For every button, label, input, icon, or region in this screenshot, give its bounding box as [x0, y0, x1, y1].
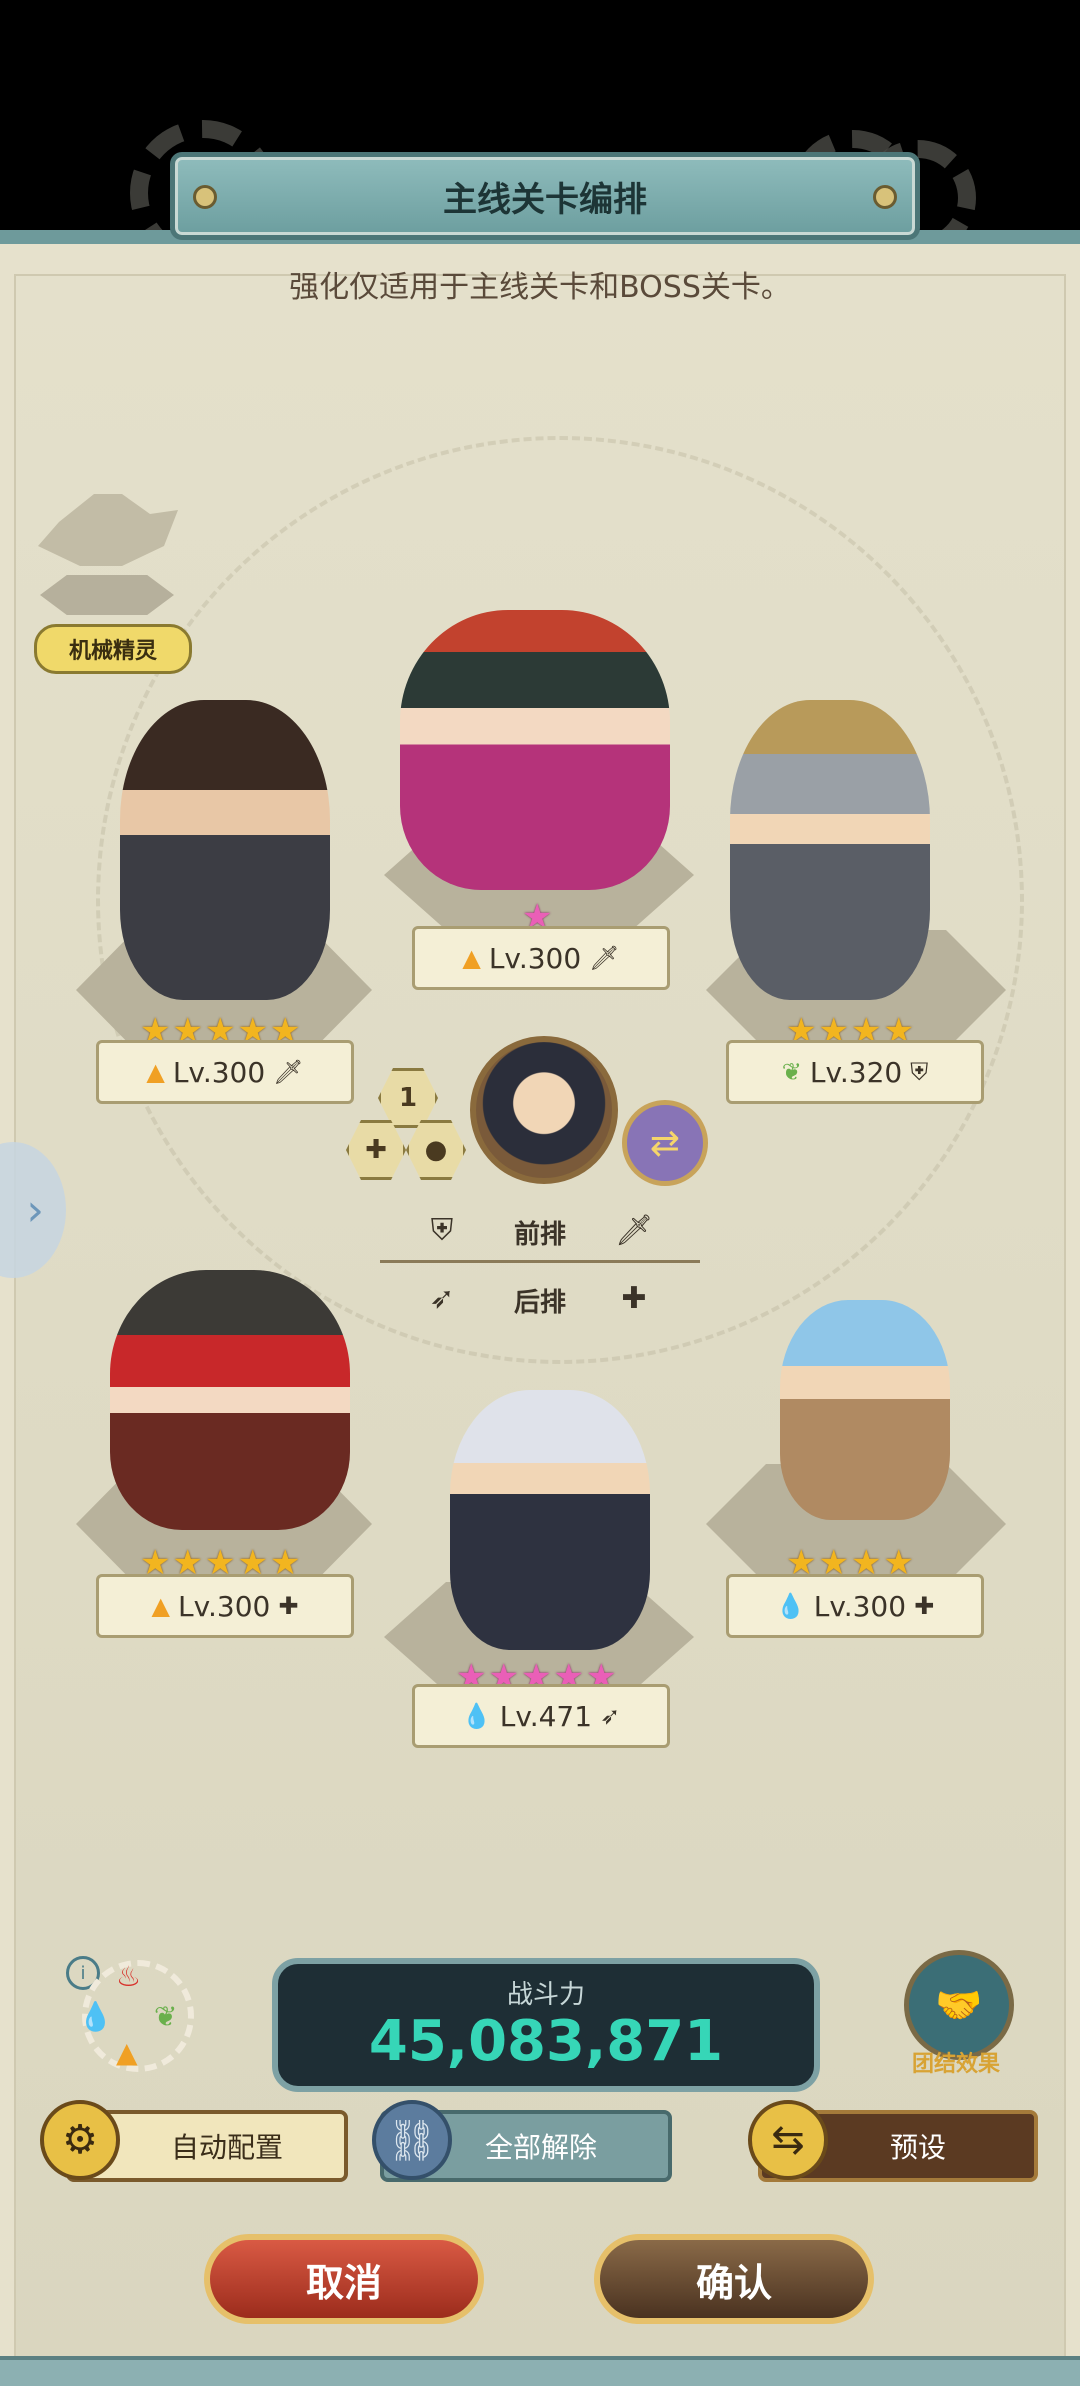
hero-level: Lv.320 [809, 1055, 903, 1089]
rivet-left [193, 185, 217, 209]
hero-sprite-umbrella-girl [110, 1270, 350, 1530]
hero-sprite-warrior [120, 700, 330, 1000]
hero-level-box: 💧 Lv.300 ✚ [726, 1574, 984, 1638]
hero-level: Lv.300 [178, 1589, 271, 1623]
swap-icon: ⇄ [649, 1122, 681, 1164]
bow-icon: ➶ [600, 1702, 621, 1730]
swap-icon: ⇆ [748, 2100, 828, 2180]
cancel-button[interactable]: 取消 [204, 2234, 484, 2324]
sword-icon: 🗡 [589, 944, 620, 972]
hero-sprite-dancer [400, 610, 670, 890]
page-title: 主线关卡编排 [443, 179, 647, 220]
handshake-icon: 🤝 [935, 1982, 983, 2027]
fire-icon: ▲ [462, 944, 481, 972]
confirm-label: 确认 [695, 2260, 772, 2305]
auto-assign-label: 自动配置 [170, 2131, 283, 2164]
rivet-right [873, 185, 897, 209]
hero-level: Lv.300 [172, 1055, 266, 1089]
sword-icon: 🗡 [614, 1212, 654, 1248]
hero-sprite-scholar [780, 1300, 950, 1520]
water-icon: 💧 [461, 1702, 492, 1730]
title-banner: 主线关卡编排 [170, 152, 920, 240]
hero-level-box: ▲ Lv.300 ✚ [96, 1574, 354, 1638]
plus-icon: ✚ [365, 1135, 387, 1165]
nature-icon: ❦ [781, 1058, 802, 1086]
fire-icon: ▲ [146, 1058, 165, 1086]
orb-icon: ● [424, 1135, 448, 1165]
hero-level: Lv.300 [488, 941, 582, 975]
hero-sprite-sniper [450, 1390, 650, 1650]
unity-effect-label: 团结效果 [911, 2052, 1000, 2077]
water-icon: 💧 [78, 2000, 113, 2033]
combat-power-panel: 战斗力 45,083,871 [272, 1958, 820, 2092]
sword-icon: 🗡 [273, 1058, 304, 1086]
fire-icon: ▲ [116, 2036, 138, 2069]
combat-power-value: 45,083,871 [368, 2009, 724, 2074]
preset-label: 预设 [889, 2131, 946, 2164]
water-icon: 💧 [775, 1592, 806, 1620]
combat-power-label: 战斗力 [506, 1980, 585, 2010]
front-row-label: 前排 [513, 1220, 566, 1250]
cross-icon: ✚ [621, 1280, 647, 1316]
cross-icon: ✚ [278, 1592, 299, 1620]
chain-icon: ⛓ [372, 2100, 452, 2180]
hero-level-box: ❦ Lv.320 ⛨ [726, 1040, 984, 1104]
row-divider [380, 1260, 700, 1263]
gear-icon: ⚙ [40, 2100, 120, 2180]
unity-effect-button[interactable]: 🤝 [904, 1950, 1014, 2060]
chain-slot-label: 1 [398, 1083, 418, 1113]
fire-icon: ♨ [116, 1960, 142, 1993]
hero-level-box: ▲ Lv.300 🗡 [412, 926, 670, 990]
hero-level: Lv.471 [499, 1699, 593, 1733]
leader-portrait[interactable] [470, 1036, 618, 1184]
fire-icon: ▲ [151, 1592, 170, 1620]
cross-icon: ✚ [914, 1592, 935, 1620]
cancel-label: 取消 [305, 2260, 382, 2305]
shield-icon: ⛨ [910, 1058, 929, 1086]
swap-button[interactable]: ⇄ [622, 1100, 708, 1186]
nature-icon: ❦ [154, 2000, 178, 2033]
pet-base [40, 575, 174, 615]
page-subtitle: 强化仅适用于主线关卡和BOSS关卡。 [289, 270, 791, 305]
hero-sprite-knight [730, 700, 930, 1000]
pet-label: 机械精灵 [34, 624, 192, 674]
hero-level: Lv.300 [813, 1589, 907, 1623]
hero-level-box: 💧 Lv.471 ➶ [412, 1684, 670, 1748]
hero-level-box: ▲ Lv.300 🗡 [96, 1040, 354, 1104]
clear-all-label: 全部解除 [484, 2131, 597, 2164]
confirm-button[interactable]: 确认 [594, 2234, 874, 2324]
